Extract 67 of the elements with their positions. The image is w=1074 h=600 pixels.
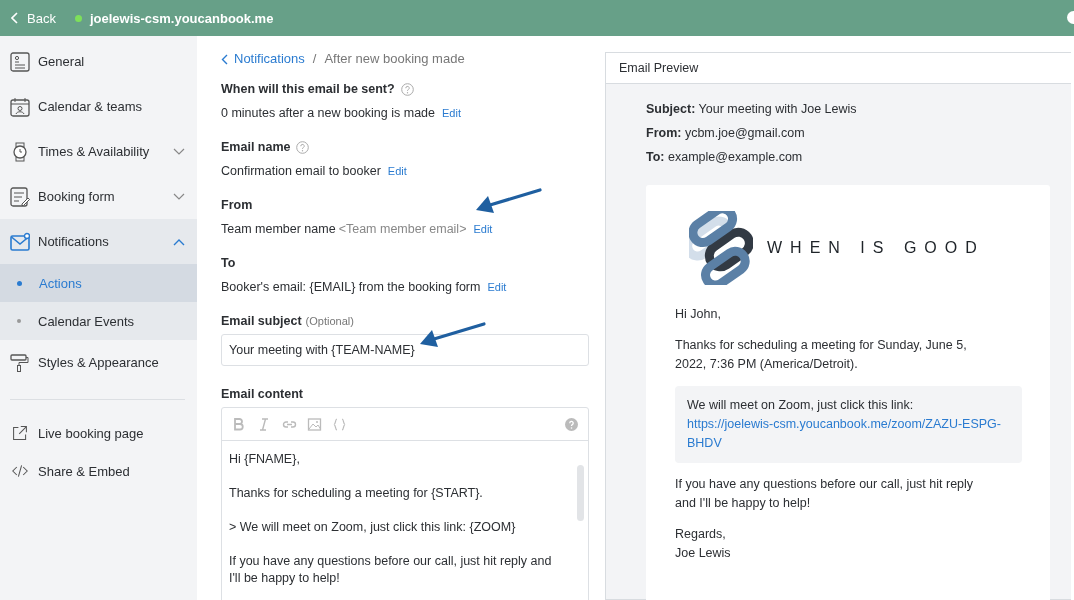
sidebar-link[interactable]: Share & Embed — [0, 452, 197, 490]
site-address: joelewis-csm.youcanbook.me — [89, 10, 274, 26]
sidebar-item[interactable]: Styles & Appearance — [0, 340, 197, 385]
sidebar-item[interactable]: Booking form — [0, 174, 197, 219]
field-label: Email subject — [221, 313, 302, 329]
email-header: Subject: Your meeting with Joe Lewis — [646, 101, 858, 117]
id-card-icon — [10, 51, 30, 72]
edit-link[interactable]: Edit — [387, 163, 407, 179]
field-value: Team member name — [221, 221, 336, 237]
breadcrumb-link[interactable]: Notifications — [221, 51, 305, 67]
paint-roller-icon — [10, 352, 30, 373]
bold-icon[interactable] — [232, 416, 247, 432]
zoom-link[interactable]: https://joelewis-csm.youcanbook.me/zoom/ZAZU-ESPG-BHDV — [687, 415, 1010, 453]
field-label: Email content — [221, 386, 303, 402]
breadcrumb-current: After new booking made — [324, 51, 465, 67]
help-icon — [400, 82, 414, 96]
scrollbar-thumb[interactable] — [577, 465, 584, 521]
email-text: Regards, — [675, 526, 727, 543]
chevron-left-icon — [11, 12, 19, 24]
field-value: 0 minutes after a new booking is made — [221, 105, 435, 121]
help-icon — [296, 140, 310, 154]
optional-hint: (Optional) — [305, 314, 354, 329]
sidebar-item[interactable]: General — [0, 39, 197, 84]
calendar-icon — [10, 96, 30, 117]
form-icon — [10, 186, 30, 207]
editor-text: Hi {FNAME}, — [229, 451, 301, 468]
chevron-left-icon — [221, 53, 228, 65]
external-link-icon — [12, 425, 28, 441]
email-header: From: ycbm.joe@gmail.com — [646, 125, 806, 141]
edit-link[interactable]: Edit — [487, 279, 507, 295]
edit-link[interactable]: Edit — [442, 105, 461, 121]
email-text: Joe Lewis — [675, 545, 732, 562]
edit-link[interactable]: Edit — [473, 221, 493, 237]
email-text: Thanks for scheduling a meeting for Sunday, June 5, 2022, 7:36 PM (America/Detroit). — [675, 337, 968, 373]
field-value: <Team member email> — [338, 221, 467, 237]
sidebar-subitem[interactable]: Calendar Events — [0, 302, 197, 340]
arrow-annotation — [474, 186, 544, 216]
email-text: If you have any questions before our call, just hit reply and I'll be happy to help! — [675, 476, 975, 512]
panel-title: Email Preview — [606, 53, 1071, 84]
braces-icon[interactable] — [332, 416, 347, 432]
sidebar-item[interactable]: Notifications — [0, 219, 197, 264]
editor-text: If you have any questions before our call, just hit reply and I'll be happy to help! — [229, 553, 553, 587]
field-label: To — [221, 255, 236, 271]
email-content-editor[interactable]: Hi {FNAME}, Thanks for scheduling a meeting for {START}. > We will meet on Zoom, just click this link: {ZOOM} If you have any questions before our call, just hit reply and I'll be happy to help! — [221, 407, 589, 600]
sidebar-item[interactable]: Calendar & teams — [0, 84, 197, 129]
field-label: Email name — [221, 139, 291, 155]
logo-mark-icon — [689, 211, 753, 285]
help-icon — [565, 417, 578, 431]
field-label: From — [221, 197, 253, 213]
watch-icon — [10, 141, 30, 162]
sidebar-item[interactable]: Times & Availability — [0, 129, 197, 174]
editor-text: Thanks for scheduling a meeting for {START}. — [229, 485, 484, 502]
code-icon — [12, 463, 28, 479]
field-value: Booker's email: {EMAIL} from the booking form — [221, 279, 481, 295]
logo-text: WHEN IS GOOD — [767, 239, 985, 257]
arrow-annotation — [418, 320, 488, 350]
email-text: We will meet on Zoom, just click this link: — [687, 397, 915, 414]
breadcrumb-separator: / — [312, 51, 317, 67]
sidebar-link[interactable]: Live booking page — [0, 414, 197, 452]
subject-field[interactable]: Your meeting with {TEAM-NAME} — [221, 334, 589, 366]
image-icon[interactable] — [307, 416, 322, 432]
mail-icon — [10, 231, 30, 252]
editor-text: > We will meet on Zoom, just click this link: {ZOOM} — [229, 519, 517, 536]
email-text: Hi John, — [675, 306, 722, 323]
field-value: Confirmation email to booker — [221, 163, 381, 179]
field-label: When will this email be sent? — [221, 81, 395, 97]
email-header: To: example@example.com — [646, 149, 804, 165]
